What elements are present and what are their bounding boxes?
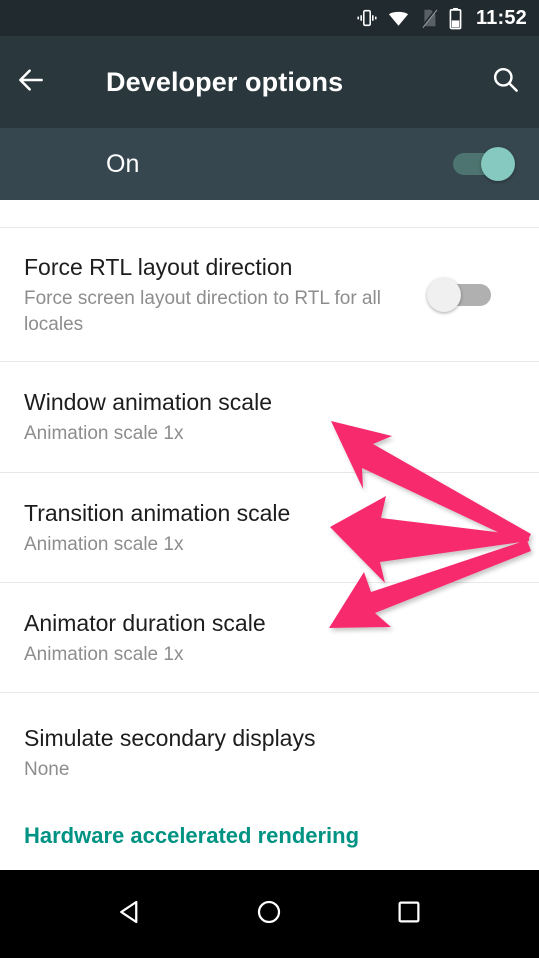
- setting-text-block: Force RTL layout direction Force screen …: [24, 252, 427, 338]
- setting-summary: Animation scale 1x: [24, 533, 184, 555]
- setting-text-block: Simulate secondary displays None: [24, 723, 515, 783]
- setting-summary: Force screen layout direction to RTL for…: [24, 287, 381, 335]
- android-settings-screen: 11:52 Developer options On Force RTL lay…: [0, 0, 539, 958]
- page-title: Developer options: [106, 66, 344, 97]
- settings-list[interactable]: Force RTL layout direction Force screen …: [0, 200, 539, 908]
- master-switch-toggle[interactable]: [451, 147, 515, 181]
- force-rtl-toggle[interactable]: [427, 277, 491, 312]
- nav-home-circle-icon: [254, 897, 284, 932]
- wifi-icon: [387, 7, 410, 30]
- section-header-text-block: Hardware accelerated rendering: [24, 821, 515, 851]
- search-button[interactable]: [471, 36, 539, 128]
- nav-home-button[interactable]: [233, 878, 305, 950]
- section-header-label: Hardware accelerated rendering: [24, 823, 360, 848]
- setting-text-block: Window animation scale Animation scale 1…: [24, 387, 515, 447]
- setting-row-transition-animation-scale[interactable]: Transition animation scale Animation sca…: [0, 473, 539, 583]
- setting-title: Transition animation scale: [24, 499, 291, 526]
- switch-thumb: [427, 277, 461, 312]
- setting-row-force-rtl[interactable]: Force RTL layout direction Force screen …: [0, 228, 539, 362]
- setting-summary: Animation scale 1x: [24, 643, 184, 665]
- setting-text-block: Animator duration scale Animation scale …: [24, 608, 515, 668]
- no-sim-icon: [419, 7, 439, 29]
- back-arrow-icon: [15, 64, 47, 101]
- setting-row-window-animation-scale[interactable]: Window animation scale Animation scale 1…: [0, 362, 539, 473]
- status-bar-clock: 11:52: [475, 7, 527, 29]
- setting-summary: Animation scale 1x: [24, 423, 184, 444]
- back-button[interactable]: [0, 36, 62, 128]
- setting-title: Force RTL layout direction: [24, 253, 293, 280]
- setting-row-simulate-secondary-displays[interactable]: Simulate secondary displays None: [0, 693, 539, 805]
- system-navigation-bar: [0, 870, 539, 958]
- switch-thumb: [481, 147, 515, 181]
- toolbar: Developer options: [0, 36, 539, 128]
- setting-title: Animator duration scale: [24, 609, 266, 636]
- nav-recents-button[interactable]: [373, 878, 445, 950]
- nav-back-button[interactable]: [94, 878, 166, 950]
- setting-title: Simulate secondary displays: [24, 725, 316, 751]
- master-switch-label: On: [106, 149, 140, 178]
- setting-title: Window animation scale: [24, 389, 273, 415]
- search-icon: [490, 64, 521, 100]
- list-top-spacer: [0, 200, 539, 228]
- status-bar: 11:52: [0, 0, 539, 36]
- setting-summary: None: [24, 759, 70, 780]
- setting-text-block: Transition animation scale Animation sca…: [24, 498, 515, 558]
- nav-back-triangle-icon: [115, 897, 145, 932]
- setting-row-animator-duration-scale[interactable]: Animator duration scale Animation scale …: [0, 583, 539, 693]
- vibrate-icon: [356, 7, 378, 29]
- battery-icon: [448, 7, 463, 30]
- developer-options-master-row[interactable]: On: [0, 128, 539, 200]
- nav-recents-square-icon: [394, 897, 424, 932]
